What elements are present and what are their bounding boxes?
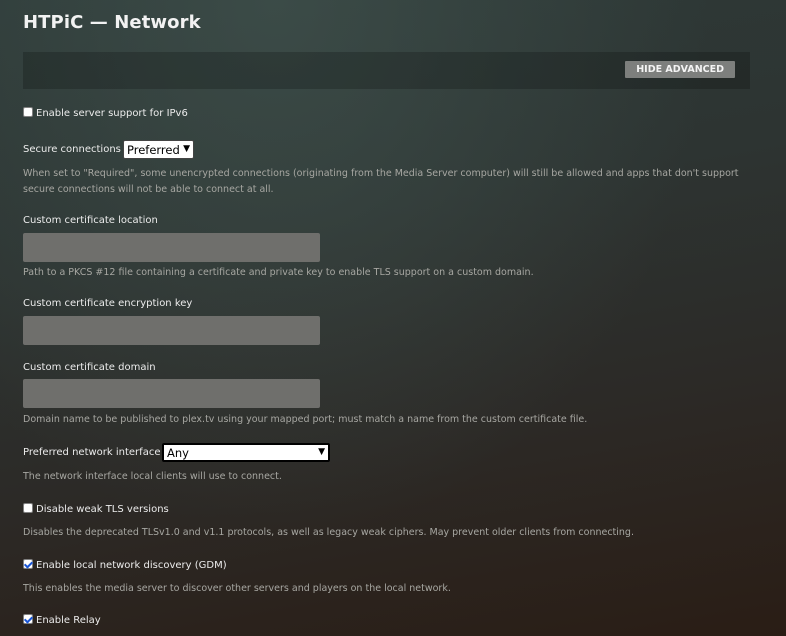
relay-setting[interactable]: Enable Relay xyxy=(23,614,101,626)
cert-domain-label: Custom certificate domain xyxy=(23,362,156,373)
weak-tls-label: Disable weak TLS versions xyxy=(36,504,169,515)
gdm-label: Enable local network discovery (GDM) xyxy=(36,560,227,571)
gdm-setting[interactable]: Enable local network discovery (GDM) xyxy=(23,559,227,571)
ipv6-setting[interactable]: Enable server support for IPv6 xyxy=(23,107,188,119)
cert-location-help: Path to a PKCS #12 file containing a cer… xyxy=(23,267,534,278)
ipv6-checkbox[interactable] xyxy=(23,107,33,117)
secure-connections-value: Preferred xyxy=(127,142,180,157)
weak-tls-checkbox[interactable] xyxy=(23,503,33,513)
cert-domain-input[interactable] xyxy=(23,379,320,408)
chevron-down-icon: ▼ xyxy=(183,144,190,154)
weak-tls-help: Disables the deprecated TLSv1.0 and v1.1… xyxy=(23,527,634,538)
weak-tls-setting[interactable]: Disable weak TLS versions xyxy=(23,503,169,515)
network-interface-value: Any xyxy=(167,445,189,460)
cert-domain-help: Domain name to be published to plex.tv u… xyxy=(23,414,588,425)
secure-connections-select[interactable]: Preferred ▼ xyxy=(123,140,194,159)
settings-toolbar: HIDE ADVANCED xyxy=(23,52,750,89)
cert-location-label: Custom certificate location xyxy=(23,215,158,226)
relay-label: Enable Relay xyxy=(36,615,101,626)
gdm-help: This enables the media server to discove… xyxy=(23,583,451,594)
network-interface-select[interactable]: Any ▼ xyxy=(162,443,330,462)
cert-key-label: Custom certificate encryption key xyxy=(23,298,193,309)
gdm-checkbox[interactable] xyxy=(23,559,33,569)
chevron-down-icon: ▼ xyxy=(318,447,325,457)
relay-checkbox[interactable] xyxy=(23,614,33,624)
secure-connections-label: Secure connections xyxy=(23,144,121,155)
network-interface-help: The network interface local clients will… xyxy=(23,471,282,482)
hide-advanced-button[interactable]: HIDE ADVANCED xyxy=(625,61,735,78)
network-interface-label: Preferred network interface xyxy=(23,447,161,458)
page-title: HTPiC — Network xyxy=(23,12,201,33)
cert-key-input[interactable] xyxy=(23,316,320,345)
ipv6-label: Enable server support for IPv6 xyxy=(36,108,188,119)
secure-connections-help: When set to "Required", some unencrypted… xyxy=(23,168,739,195)
cert-location-input[interactable] xyxy=(23,233,320,262)
